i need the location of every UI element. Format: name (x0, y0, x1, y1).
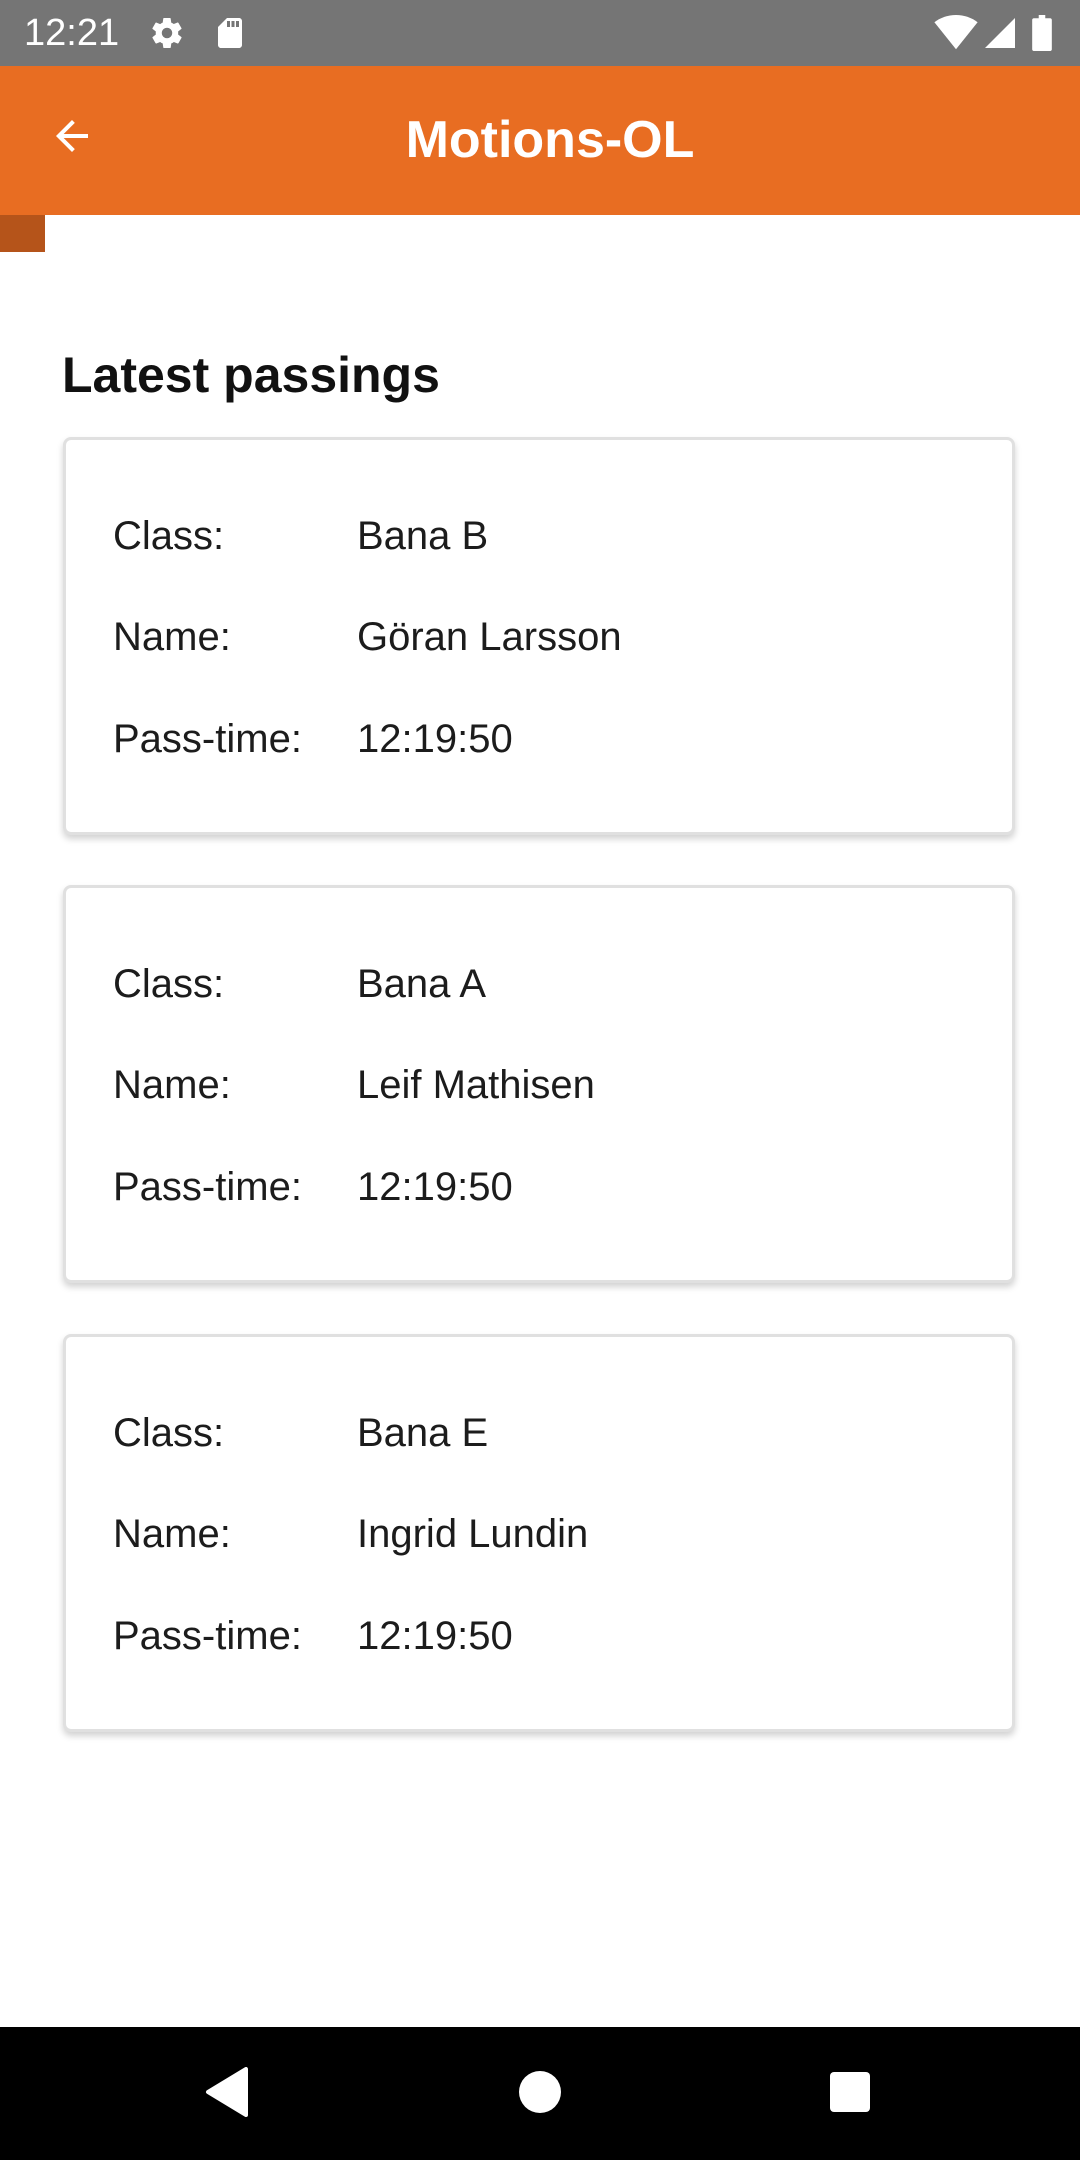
home-circle-icon (518, 2070, 562, 2119)
pass-time-value: 12:19:50 (357, 1165, 513, 1209)
pass-time-value: 12:19:50 (357, 717, 513, 761)
app-bar: Motions-OL (0, 66, 1080, 215)
pass-time-label: Pass-time: (113, 717, 302, 761)
back-button[interactable] (36, 102, 108, 174)
name-row: Name: Leif Mathisen (66, 1055, 1012, 1115)
sd-card-icon (212, 15, 248, 51)
class-value: Bana E (357, 1411, 489, 1455)
class-value: Bana A (357, 962, 487, 1006)
class-row: Class: Bana B (66, 506, 1012, 566)
name-row: Name: Göran Larsson (66, 607, 1012, 667)
status-time: 12:21 (24, 12, 120, 54)
pass-time-value: 12:19:50 (357, 1614, 513, 1658)
nav-recents-button[interactable] (819, 2063, 881, 2125)
app-title: Motions-OL (405, 111, 695, 169)
name-value: Ingrid Lundin (357, 1512, 589, 1556)
class-label: Class: (113, 1411, 225, 1455)
name-label: Name: (113, 1063, 231, 1107)
section-title: Latest passings (62, 347, 440, 403)
tab-indicator (0, 215, 45, 252)
passing-card[interactable]: Class: Bana E Name: Ingrid Lundin Pass-t… (63, 1334, 1015, 1732)
passing-card[interactable]: Class: Bana A Name: Leif Mathisen Pass-t… (63, 885, 1015, 1283)
settings-icon (149, 15, 185, 51)
class-label: Class: (113, 514, 225, 558)
pass-time-row: Pass-time: 12:19:50 (66, 1606, 1012, 1666)
pass-time-row: Pass-time: 12:19:50 (66, 709, 1012, 769)
class-row: Class: Bana E (66, 1403, 1012, 1463)
nav-home-button[interactable] (509, 2063, 571, 2125)
class-row: Class: Bana A (66, 954, 1012, 1014)
passing-card[interactable]: Class: Bana B Name: Göran Larsson Pass-t… (63, 437, 1015, 835)
pass-time-label: Pass-time: (113, 1165, 302, 1209)
status-bar: 12:21 (0, 0, 1080, 66)
pass-time-row: Pass-time: 12:19:50 (66, 1157, 1012, 1217)
class-value: Bana B (357, 514, 489, 558)
arrow-left-icon (48, 112, 96, 165)
cell-signal-icon (982, 15, 1018, 51)
name-label: Name: (113, 1512, 231, 1556)
back-triangle-icon (204, 2066, 250, 2122)
class-label: Class: (113, 962, 225, 1006)
name-value: Leif Mathisen (357, 1063, 595, 1107)
wifi-icon (934, 15, 978, 51)
recents-square-icon (829, 2071, 871, 2118)
name-value: Göran Larsson (357, 615, 622, 659)
navigation-bar (0, 2027, 1080, 2160)
nav-back-button[interactable] (196, 2063, 258, 2125)
name-label: Name: (113, 615, 231, 659)
pass-time-label: Pass-time: (113, 1614, 302, 1658)
battery-icon (1030, 15, 1054, 51)
name-row: Name: Ingrid Lundin (66, 1504, 1012, 1564)
